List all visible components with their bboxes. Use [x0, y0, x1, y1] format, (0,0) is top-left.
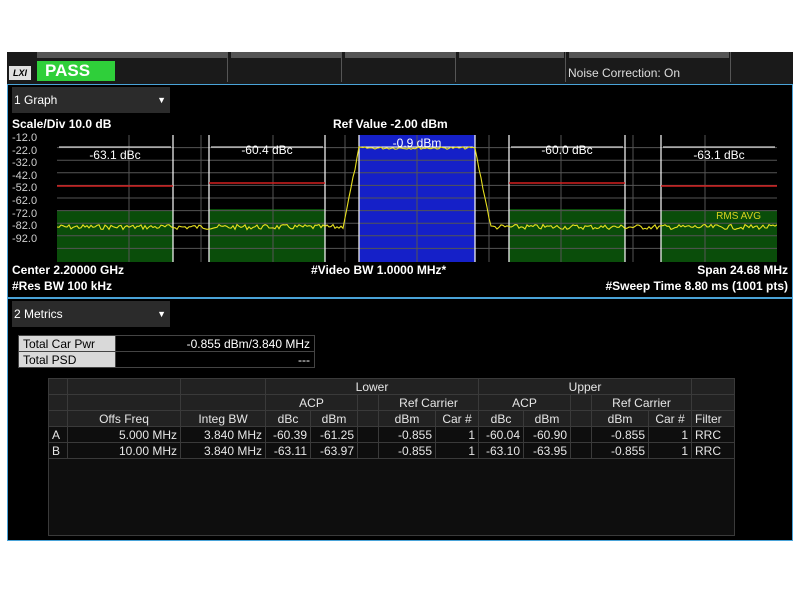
lower-ref-dbm-cell: -0.855: [378, 442, 436, 459]
table-header-row: Lower Upper: [48, 378, 735, 395]
y-tick-label: -12.0: [12, 132, 38, 144]
upper-ref-dbm-cell: -0.855: [591, 426, 649, 443]
band-label: -63.1 dBc: [89, 148, 140, 162]
dropdown-arrow-icon: ▼: [157, 95, 166, 105]
upper-group-header: Upper: [478, 378, 692, 395]
graph-window-label: 1 Graph: [14, 93, 58, 107]
filter-cell: RRC: [691, 442, 735, 459]
noise-correction-status: Noise Correction: On: [568, 66, 681, 80]
res-bw-label: #Res BW 100 kHz: [12, 279, 113, 293]
clipped-header-fragment: [569, 52, 729, 58]
table-row: B 10.00 MHz 3.840 MHz -63.11 -63.97 -0.8…: [48, 442, 735, 459]
status-bar: LXI PASS Noise Correction: On: [7, 52, 793, 84]
metrics-window[interactable]: 2 Metrics ▼ Total Car Pwr -0.855 dBm/3.8…: [7, 298, 793, 541]
column-header: Offs Freq: [67, 410, 181, 427]
lower-dbc-cell: -60.39: [265, 426, 311, 443]
column-header: dBm: [378, 410, 436, 427]
lower-offset-b-band: [57, 211, 173, 262]
table-row: A 5.000 MHz 3.840 MHz -60.39 -61.25 -0.8…: [48, 426, 735, 443]
metrics-window-label: 2 Metrics: [14, 307, 63, 321]
graph-window-selector[interactable]: 1 Graph ▼: [12, 87, 170, 113]
column-header: dBm: [523, 410, 571, 427]
total-car-pwr-label: Total Car Pwr: [18, 335, 116, 352]
y-tick-label: -82.0: [12, 220, 38, 233]
total-psd-value: ---: [115, 351, 315, 368]
lower-ref-dbm-cell: -0.855: [378, 426, 436, 443]
rms-avg-label: RMS AVG: [716, 211, 761, 222]
metrics-window-selector[interactable]: 2 Metrics ▼: [12, 301, 170, 327]
upper-dbc-cell: -60.04: [478, 426, 524, 443]
clipped-header-fragment: [345, 52, 455, 58]
upper-dbm-cell: -63.95: [523, 442, 571, 459]
dropdown-arrow-icon: ▼: [157, 309, 166, 319]
column-header: Car #: [435, 410, 479, 427]
y-tick-label: -52.0: [12, 182, 38, 195]
upper-acp-header: ACP: [478, 394, 571, 411]
scale-div-label: Scale/Div 10.0 dB: [12, 117, 112, 131]
lower-dbm-cell: -61.25: [310, 426, 358, 443]
y-tick-label: -92.0: [12, 232, 38, 245]
upper-car-cell: 1: [648, 426, 692, 443]
y-tick-label: -32.0: [12, 157, 38, 170]
column-header: dBc: [478, 410, 524, 427]
total-power-table: Total Car Pwr -0.855 dBm/3.840 MHz Total…: [18, 335, 315, 368]
status-divider: [730, 52, 731, 82]
y-tick-label: -62.0: [12, 195, 38, 207]
table-header-row: Offs Freq Integ BW dBc dBm dBm Car # dBc…: [48, 410, 735, 427]
y-tick-label: -72.0: [12, 207, 38, 220]
upper-ref-dbm-cell: -0.855: [591, 442, 649, 459]
y-tick-label: -42.0: [12, 169, 38, 182]
column-header: dBm: [591, 410, 649, 427]
acp-results-table: Lower Upper ACP Ref Carrier ACP Ref Carr…: [48, 378, 735, 536]
total-car-pwr-value: -0.855 dBm/3.840 MHz: [115, 335, 315, 352]
ref-value-label: Ref Value -2.00 dBm: [333, 117, 448, 131]
clipped-header-fragment: [231, 52, 341, 58]
spectrum-plot: -63.1 dBc -60.4 dBc -0.9 dBm -60.0 dBc -…: [57, 135, 777, 262]
status-divider: [455, 52, 456, 82]
y-tick-label: -22.0: [12, 144, 38, 157]
integ-bw-cell: 3.840 MHz: [180, 426, 266, 443]
pass-indicator: PASS: [37, 61, 115, 81]
band-label: -60.0 dBc: [541, 143, 592, 157]
lower-dbm-cell: -63.97: [310, 442, 358, 459]
graph-window[interactable]: 1 Graph ▼ Scale/Div 10.0 dB Ref Value -2…: [7, 84, 793, 298]
clipped-header-fragment: [459, 52, 564, 58]
status-divider: [227, 52, 228, 82]
lower-ref-carrier-header: Ref Carrier: [378, 394, 479, 411]
lower-group-header: Lower: [265, 378, 479, 395]
center-freq-label: Center 2.20000 GHz: [12, 263, 125, 277]
row-id: A: [48, 426, 68, 443]
lower-acp-header: ACP: [265, 394, 358, 411]
sweep-time-label: #Sweep Time 8.80 ms (1001 pts): [605, 279, 788, 293]
column-header: Integ BW: [180, 410, 266, 427]
span-label: Span 24.68 MHz: [697, 263, 788, 277]
lower-car-cell: 1: [435, 426, 479, 443]
column-header: dBm: [310, 410, 358, 427]
video-bw-label: #Video BW 1.0000 MHz*: [311, 263, 447, 277]
upper-car-cell: 1: [648, 442, 692, 459]
band-label: -63.1 dBc: [693, 148, 744, 162]
analyzer-screen: LXI PASS Noise Correction: On 1 Graph ▼ …: [7, 52, 793, 541]
lower-dbc-cell: -63.11: [265, 442, 311, 459]
column-header: dBc: [265, 410, 311, 427]
offs-freq-cell: 10.00 MHz: [67, 442, 181, 459]
lxi-logo: LXI: [9, 66, 31, 80]
upper-ref-carrier-header: Ref Carrier: [591, 394, 692, 411]
lower-car-cell: 1: [435, 442, 479, 459]
column-header: Car #: [648, 410, 692, 427]
row-id: B: [48, 442, 68, 459]
upper-dbm-cell: -60.90: [523, 426, 571, 443]
status-divider: [341, 52, 342, 82]
column-header: Filter: [691, 410, 735, 427]
integ-bw-cell: 3.840 MHz: [180, 442, 266, 459]
upper-dbc-cell: -63.10: [478, 442, 524, 459]
table-empty-area: [48, 458, 735, 536]
clipped-header-fragment: [37, 52, 227, 58]
table-header-row: ACP Ref Carrier ACP Ref Carrier: [48, 394, 735, 411]
band-label: -60.4 dBc: [241, 143, 292, 157]
filter-cell: RRC: [691, 426, 735, 443]
offs-freq-cell: 5.000 MHz: [67, 426, 181, 443]
status-divider: [565, 52, 566, 82]
total-psd-label: Total PSD: [18, 351, 116, 368]
